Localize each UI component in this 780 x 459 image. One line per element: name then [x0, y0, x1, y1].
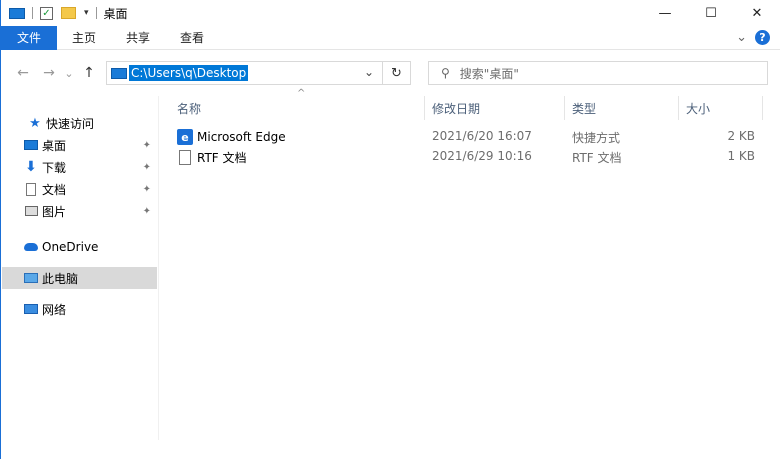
column-divider[interactable]	[424, 96, 425, 120]
cloud-icon	[24, 240, 38, 254]
expand-ribbon-icon[interactable]: ⌄	[736, 30, 747, 45]
ribbon-right-controls: ⌄ ?	[736, 30, 770, 45]
sidebar-item-label: 文档	[42, 182, 67, 197]
file-row[interactable]: e Microsoft Edge 2021/6/20 16:07 快捷方式 2 …	[159, 127, 780, 147]
recent-locations-icon[interactable]: ⌄	[59, 67, 79, 80]
window-controls: — ☐ ✕	[642, 0, 780, 26]
tab-file[interactable]: 文件	[1, 25, 58, 50]
desktop-icon	[111, 67, 127, 79]
file-name: RTF 文档	[197, 151, 247, 165]
sidebar-item-desktop[interactable]: 桌面 ✦	[2, 134, 157, 156]
sidebar-item-quick-access[interactable]: ★ 快速访问	[2, 112, 157, 134]
sidebar-item-this-pc[interactable]: 此电脑	[2, 267, 157, 289]
help-icon[interactable]: ?	[755, 30, 770, 45]
address-path[interactable]: C:\Users\q\Desktop	[129, 65, 249, 81]
minimize-button[interactable]: —	[642, 0, 688, 26]
explorer-window: ✓ ▾ 桌面 — ☐ ✕ 文件 主页 共享 查看 ⌄ ? ← → ⌄ ↑ C:\…	[0, 0, 780, 459]
navigation-bar: ← → ⌄ ↑ C:\Users\q\Desktop ⌄ ↻ ⚲ 搜索"桌面"	[1, 57, 780, 89]
forward-icon[interactable]: →	[39, 65, 59, 81]
new-folder-icon[interactable]	[61, 7, 76, 19]
star-icon: ★	[29, 115, 41, 131]
title-bar: ✓ ▾ 桌面 — ☐ ✕	[1, 0, 780, 26]
file-size: 1 KB	[727, 149, 755, 163]
tab-home[interactable]: 主页	[57, 26, 111, 50]
sidebar-item-label: OneDrive	[42, 240, 99, 254]
file-row[interactable]: RTF 文档 2021/6/29 10:16 RTF 文档 1 KB	[159, 147, 780, 167]
pin-icon: ✦	[142, 183, 151, 195]
toolbar-divider	[95, 7, 97, 19]
file-size: 2 KB	[727, 129, 755, 143]
download-icon: ⬇	[25, 159, 37, 175]
up-icon[interactable]: ↑	[79, 65, 99, 81]
column-header-size[interactable]: 大小	[686, 100, 710, 117]
quick-access-toolbar: ✓ ▾	[1, 0, 100, 26]
column-divider[interactable]	[678, 96, 679, 120]
file-name-cell[interactable]: RTF 文档	[177, 149, 247, 166]
pictures-icon	[24, 204, 38, 218]
column-header-modified[interactable]: 修改日期	[432, 100, 480, 117]
window-icon	[9, 7, 25, 19]
back-icon[interactable]: ←	[13, 65, 33, 81]
column-headers: ^ 名称 修改日期 类型 大小	[159, 88, 780, 120]
properties-checkbox-icon[interactable]: ✓	[40, 6, 53, 20]
sidebar-item-documents[interactable]: 文档 ✦	[2, 178, 157, 200]
ribbon-tabs: 文件 主页 共享 查看 ⌄ ?	[1, 25, 780, 50]
navigation-pane: ★ 快速访问 桌面 ✦ ⬇ 下载 ✦ 文档 ✦ 图片 ✦ OneDrive 此电…	[2, 96, 159, 440]
column-divider[interactable]	[564, 96, 565, 120]
sidebar-item-network[interactable]: 网络	[2, 298, 157, 320]
address-dropdown-icon[interactable]: ⌄	[364, 65, 374, 79]
search-placeholder: 搜索"桌面"	[459, 66, 519, 81]
maximize-button[interactable]: ☐	[688, 0, 734, 26]
file-modified: 2021/6/29 10:16	[432, 149, 532, 163]
sidebar-item-label: 桌面	[42, 138, 67, 153]
tab-view[interactable]: 查看	[165, 26, 219, 50]
document-icon	[24, 182, 38, 196]
file-type: RTF 文档	[572, 151, 622, 165]
network-icon	[24, 302, 38, 316]
toolbar-divider	[32, 7, 33, 19]
file-name-cell[interactable]: e Microsoft Edge	[177, 129, 286, 145]
sidebar-item-label: 快速访问	[46, 116, 95, 131]
sidebar-item-label: 下载	[42, 160, 67, 175]
desktop-icon	[24, 138, 38, 152]
window-title: 桌面	[103, 6, 128, 21]
computer-icon	[24, 271, 38, 285]
sidebar-item-label: 网络	[42, 302, 67, 317]
file-type: 快捷方式	[572, 131, 621, 145]
sidebar-item-label: 图片	[42, 204, 67, 219]
column-header-name[interactable]: 名称	[177, 100, 201, 117]
tab-share[interactable]: 共享	[111, 26, 165, 50]
rtf-document-icon	[179, 150, 191, 165]
column-divider[interactable]	[762, 96, 763, 120]
sort-ascending-icon: ^	[297, 88, 306, 99]
pin-icon: ✦	[142, 139, 151, 151]
sidebar-item-pictures[interactable]: 图片 ✦	[2, 200, 157, 222]
sidebar-item-label: 此电脑	[42, 271, 79, 286]
file-modified: 2021/6/20 16:07	[432, 129, 532, 143]
sidebar-item-onedrive[interactable]: OneDrive	[2, 236, 157, 258]
address-bar[interactable]: C:\Users\q\Desktop ⌄	[106, 61, 383, 85]
search-box[interactable]: ⚲ 搜索"桌面"	[428, 61, 768, 85]
column-header-type[interactable]: 类型	[572, 100, 596, 117]
search-icon: ⚲	[441, 66, 450, 80]
pin-icon: ✦	[142, 205, 151, 217]
sidebar-item-downloads[interactable]: ⬇ 下载 ✦	[2, 156, 157, 178]
file-name: Microsoft Edge	[197, 130, 286, 144]
refresh-button[interactable]: ↻	[383, 61, 411, 85]
close-button[interactable]: ✕	[734, 0, 780, 26]
customize-toolbar-icon[interactable]: ▾	[84, 8, 89, 18]
pin-icon: ✦	[142, 161, 151, 173]
edge-shortcut-icon: e	[177, 129, 193, 145]
